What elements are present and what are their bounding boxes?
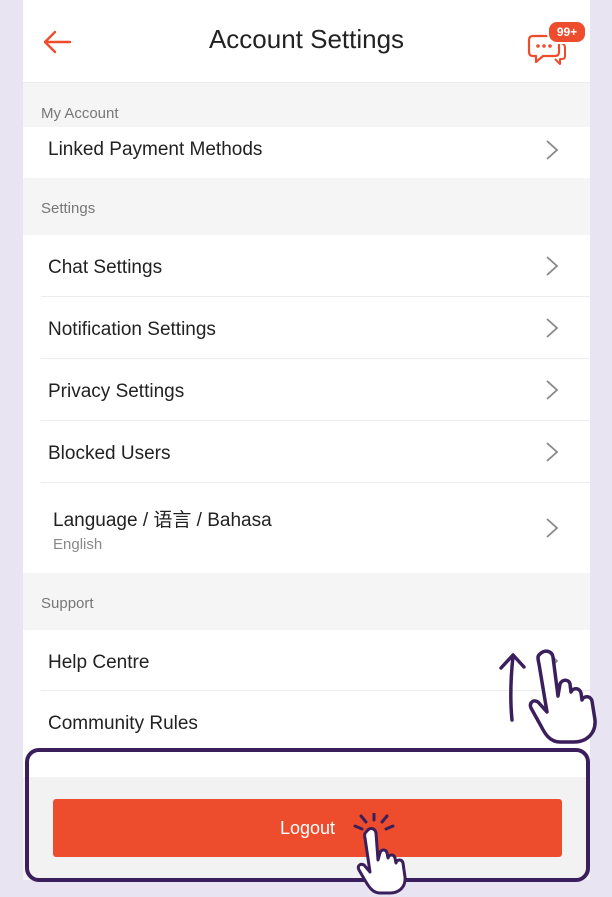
row-blocked-users[interactable]: Blocked Users [23,421,590,483]
section-support: Support [23,573,590,630]
chevron-right-icon [546,380,559,400]
row-label: Linked Payment Methods [48,139,263,160]
chevron-right-icon [546,442,559,462]
section-label: My Account [41,105,119,122]
row-label: Community Rules [48,713,198,734]
row-linked-payment-methods[interactable]: Linked Payment Methods [23,127,590,178]
logout-bar: Logout [23,777,590,880]
row-label: Chat Settings [48,257,163,278]
row-notification-settings[interactable]: Notification Settings [23,297,590,359]
row-community-rules[interactable]: Community Rules [23,691,590,752]
chevron-right-icon [546,140,559,160]
app-header: Account Settings 99+ [23,0,590,83]
row-label: Help Centre [48,652,150,673]
chat-unread-badge: 99+ [547,20,587,44]
chat-button[interactable]: 99+ [527,20,587,66]
page-title: Account Settings [208,24,405,54]
chevron-right-icon [546,651,559,671]
row-language[interactable]: Language / 语言 / Bahasa English [23,483,590,573]
chevron-right-icon [546,518,559,538]
row-label: Language / 语言 / Bahasa [53,510,272,531]
logout-label: Logout [279,817,336,838]
row-help-centre[interactable]: Help Centre [23,630,590,691]
row-label: Notification Settings [48,319,216,340]
section-label: Settings [41,200,96,217]
section-label: Support [41,595,94,612]
row-value: English [53,536,103,553]
section-settings: Settings [23,178,590,235]
row-chat-settings[interactable]: Chat Settings [23,235,590,297]
row-privacy-settings[interactable]: Privacy Settings [23,359,590,421]
chevron-right-icon [546,318,559,338]
chevron-right-icon [546,256,559,276]
chevron-right-icon [546,712,559,732]
row-label: Blocked Users [48,443,171,464]
row-label: Privacy Settings [48,381,185,402]
logout-button[interactable]: Logout [53,799,562,857]
phone-screen: Account Settings 99+ My Account Linked P… [23,0,590,880]
